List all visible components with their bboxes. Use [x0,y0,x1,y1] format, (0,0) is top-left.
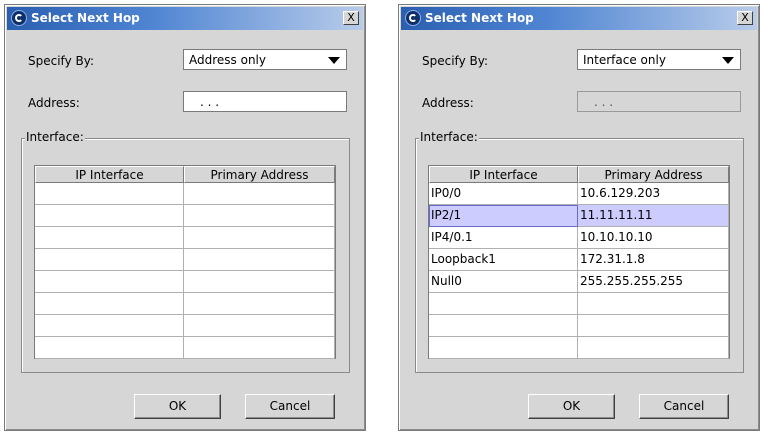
specify-by-value: Address only [189,53,266,67]
table-row[interactable] [429,337,729,359]
ip-interface-cell: Null0 [429,271,578,293]
table-row-selected[interactable]: IP2/1 11.11.11.11 [429,205,729,227]
primary-address-cell [578,337,729,359]
table-row[interactable] [429,315,729,337]
column-header-ip-interface[interactable]: IP Interface [35,166,184,183]
specify-by-select[interactable]: Interface only [577,49,741,70]
primary-address-cell [578,293,729,315]
table-row[interactable] [35,249,335,271]
table-row[interactable] [35,271,335,293]
ip-interface-cell: IP2/1 [429,205,578,227]
column-header-primary-address[interactable]: Primary Address [578,166,729,183]
ip-interface-cell [35,337,184,359]
ip-interface-cell [35,227,184,249]
primary-address-cell: 172.31.1.8 [578,249,729,271]
select-next-hop-dialog: Select Next Hop X Specify By: Address on… [4,4,366,431]
table-row[interactable] [35,337,335,359]
primary-address-cell [184,337,335,359]
ip-interface-cell [35,315,184,337]
ip-interface-cell: IP0/0 [429,183,578,205]
close-button[interactable]: X [737,11,753,25]
ip-interface-cell [429,315,578,337]
primary-address-cell [184,271,335,293]
cancel-button[interactable]: Cancel [245,394,335,419]
close-button[interactable]: X [343,11,359,25]
primary-address-cell [578,315,729,337]
specify-by-value: Interface only [583,53,666,67]
primary-address-cell [184,227,335,249]
ok-button[interactable]: OK [134,394,221,419]
table-body [35,183,335,359]
title-bar[interactable]: Select Next Hop X [401,7,757,30]
specify-by-select[interactable]: Address only [183,49,347,70]
ip-interface-cell: IP4/0.1 [429,227,578,249]
table-row[interactable]: Null0 255.255.255.255 [429,271,729,293]
table-body: IP0/0 10.6.129.203 IP2/1 11.11.11.11 IP4/0… [429,183,729,359]
primary-address-cell [184,315,335,337]
table-row[interactable] [35,205,335,227]
address-field[interactable]: . . . [183,91,347,112]
primary-address-cell [184,205,335,227]
address-value: . . . [200,95,220,109]
table-row[interactable]: IP0/0 10.6.129.203 [429,183,729,205]
column-header-primary-address[interactable]: Primary Address [184,166,335,183]
column-header-ip-interface[interactable]: IP Interface [429,166,578,183]
address-value: . . . [594,95,614,109]
ip-interface-cell [35,183,184,205]
table-header: IP Interface Primary Address [35,166,335,183]
ok-button[interactable]: OK [528,394,615,419]
primary-address-cell: 10.6.129.203 [578,183,729,205]
ip-interface-cell [35,249,184,271]
primary-address-cell [184,293,335,315]
cancel-button[interactable]: Cancel [639,394,729,419]
primary-address-cell: 11.11.11.11 [578,205,729,227]
table-header: IP Interface Primary Address [429,166,729,183]
interface-table[interactable]: IP Interface Primary Address IP0/0 10.6.1… [428,165,730,359]
table-row[interactable]: IP4/0.1 10.10.10.10 [429,227,729,249]
ip-interface-cell [429,293,578,315]
chevron-down-icon[interactable] [328,57,340,64]
app-logo-icon [405,10,421,26]
table-row[interactable] [35,293,335,315]
interface-group-label: Interface: [25,130,85,144]
ip-interface-cell [35,205,184,227]
interface-group-label: Interface: [419,130,479,144]
interface-table[interactable]: IP Interface Primary Address [34,165,336,359]
dialog-title: Select Next Hop [425,11,534,25]
table-row[interactable] [429,293,729,315]
table-row[interactable]: Loopback1 172.31.1.8 [429,249,729,271]
ip-interface-cell [35,293,184,315]
primary-address-cell: 10.10.10.10 [578,227,729,249]
address-label: Address: [422,96,474,110]
specify-by-label: Specify By: [28,54,94,68]
dialog-title: Select Next Hop [31,11,140,25]
title-bar[interactable]: Select Next Hop X [7,7,363,30]
primary-address-cell: 255.255.255.255 [578,271,729,293]
ip-interface-cell: Loopback1 [429,249,578,271]
app-logo-icon [11,10,27,26]
ip-interface-cell [35,271,184,293]
chevron-down-icon[interactable] [722,57,734,64]
ip-interface-cell [429,337,578,359]
table-row[interactable] [35,183,335,205]
table-row[interactable] [35,315,335,337]
select-next-hop-dialog: Select Next Hop X Specify By: Interface … [398,4,760,431]
primary-address-cell [184,183,335,205]
specify-by-label: Specify By: [422,54,488,68]
address-label: Address: [28,96,80,110]
address-field: . . . [577,91,741,112]
primary-address-cell [184,249,335,271]
table-row[interactable] [35,227,335,249]
